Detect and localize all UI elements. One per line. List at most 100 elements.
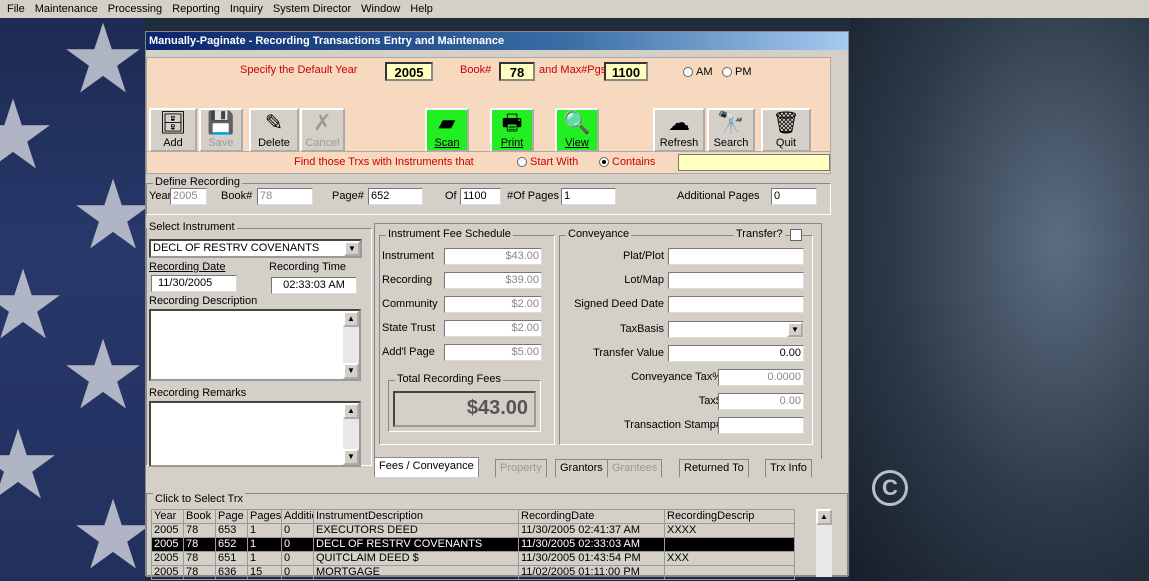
view-button[interactable]: 🔍 View: [555, 108, 599, 152]
recording-remarks-label: Recording Remarks: [149, 387, 247, 399]
of-label: Of: [445, 190, 457, 202]
fee-schedule-group: Instrument Fee Schedule Instrument $43.00…: [379, 228, 555, 445]
tax-dollar-field[interactable]: 0.00: [718, 393, 804, 410]
column-header[interactable]: Pages: [247, 509, 282, 524]
menu-reporting[interactable]: Reporting: [167, 0, 225, 18]
menu-file[interactable]: File: [2, 0, 30, 18]
tab-grantors[interactable]: Grantors: [555, 459, 608, 477]
of-field[interactable]: 1100: [460, 188, 501, 205]
table-cell: 11/02/2005 01:11:00 PM: [518, 565, 665, 580]
menu-processing[interactable]: Processing: [103, 0, 167, 18]
table-row[interactable]: 2005 78 636 15 0 MORTGAGE 11/02/2005 01:11:00 …: [151, 565, 795, 580]
refresh-button[interactable]: ☁ Refresh: [653, 108, 705, 152]
start-with-radio[interactable]: Start With: [517, 156, 578, 168]
print-button[interactable]: 🖶 Print: [490, 108, 534, 152]
fee-value[interactable]: $2.00: [444, 320, 542, 337]
transfer-value-field[interactable]: 0.00: [668, 345, 804, 362]
column-header[interactable]: InstrumentDescription: [313, 509, 519, 524]
grid-title: Click to Select Trx: [153, 493, 246, 505]
grid-scrollbar[interactable]: ▲: [816, 509, 832, 577]
max-pgs-label: and Max#Pgs: [539, 64, 607, 76]
scroll-down-icon[interactable]: ▼: [343, 363, 359, 379]
default-book-field[interactable]: 78: [499, 62, 535, 81]
chevron-down-icon[interactable]: ▼: [787, 322, 803, 337]
am-radio[interactable]: AM: [683, 66, 713, 78]
num-pages-field[interactable]: 1: [561, 188, 616, 205]
column-header[interactable]: Year: [151, 509, 184, 524]
star-icon: ★: [70, 482, 145, 581]
additional-pages-field[interactable]: 0: [771, 188, 817, 205]
table-cell: 2005: [151, 551, 184, 566]
recording-description-textarea[interactable]: ▲ ▼: [149, 309, 361, 381]
pm-radio[interactable]: PM: [722, 66, 752, 78]
cabinet-icon: 🗄: [159, 110, 187, 135]
table-row[interactable]: 2005 78 651 1 0 QUITCLAIM DEED $11/30/2005 01…: [151, 551, 795, 566]
disk-icon: 💾: [207, 110, 235, 135]
menu-window[interactable]: Window: [356, 0, 405, 18]
recording-date-field[interactable]: 11/30/2005: [151, 275, 237, 292]
fee-value[interactable]: $5.00: [444, 344, 542, 361]
menu-bar: File Maintenance Processing Reporting Inquir…: [0, 0, 1149, 18]
column-header[interactable]: RecordingDescrip: [664, 509, 795, 524]
year-field[interactable]: 2005: [170, 188, 207, 205]
menu-system-director[interactable]: System Director: [268, 0, 356, 18]
tab-fees-conveyance[interactable]: Fees / Conveyance: [374, 457, 479, 477]
delete-button[interactable]: ✎ Delete: [249, 108, 299, 152]
signed-deed-date-field[interactable]: [668, 296, 804, 313]
add-new-button[interactable]: 🗄Add New: [149, 108, 197, 163]
recording-time-label: Recording Time: [269, 261, 347, 273]
transaction-stamp-field[interactable]: [718, 417, 804, 434]
eraser-icon: ✎: [264, 110, 284, 135]
column-header[interactable]: Additio: [281, 509, 314, 524]
scrollbar[interactable]: ▲ ▼: [343, 403, 359, 465]
scroll-up-icon[interactable]: ▲: [816, 509, 832, 525]
menu-maintenance[interactable]: Maintenance: [30, 0, 103, 18]
table-cell: 653: [215, 523, 248, 538]
cancel-button[interactable]: ✗ Cancel: [300, 108, 345, 152]
fee-value[interactable]: $39.00: [444, 272, 542, 289]
table-cell: 78: [183, 551, 216, 566]
instrument-select[interactable]: DECL OF RESTRV COVENANTS ▼: [149, 239, 362, 258]
scroll-up-icon[interactable]: ▲: [343, 311, 359, 327]
recording-time-field[interactable]: 02:33:03 AM: [271, 277, 357, 294]
page-field[interactable]: 652: [368, 188, 423, 205]
menu-help[interactable]: Help: [405, 0, 438, 18]
scrollbar[interactable]: ▲ ▼: [343, 311, 359, 379]
tab-grantees[interactable]: Grantees: [607, 459, 663, 477]
scroll-down-icon[interactable]: ▼: [343, 449, 359, 465]
plat-plot-field[interactable]: [668, 248, 804, 265]
lot-map-field[interactable]: [668, 272, 804, 289]
table-cell: 11/30/2005 01:43:54 PM: [518, 551, 665, 566]
table-cell: 15: [247, 565, 282, 580]
scanner-icon: ▰: [438, 110, 456, 135]
quit-button[interactable]: 🗑 Quit: [761, 108, 811, 152]
tab-property[interactable]: Property: [495, 459, 547, 477]
menu-inquiry[interactable]: Inquiry: [225, 0, 268, 18]
find-input[interactable]: [678, 154, 830, 171]
contains-radio[interactable]: Contains: [599, 156, 655, 168]
column-header[interactable]: RecordingDate: [518, 509, 665, 524]
conveyance-tax-field[interactable]: 0.0000: [718, 369, 804, 386]
tax-basis-select[interactable]: ▼: [668, 321, 804, 338]
tab-returned-to[interactable]: Returned To: [679, 459, 749, 477]
fee-value[interactable]: $43.00: [444, 248, 542, 265]
main-window: Manually-Paginate - Recording Transactio…: [145, 31, 849, 580]
tab-trx-info[interactable]: Trx Info: [765, 459, 812, 477]
transfer-checkbox[interactable]: [790, 229, 802, 241]
column-header[interactable]: Book: [183, 509, 216, 524]
save-button[interactable]: 💾 Save: [199, 108, 243, 152]
search-button[interactable]: 🔭 Search: [707, 108, 755, 152]
year-label: Year: [149, 190, 172, 202]
recording-remarks-textarea[interactable]: ▲ ▼: [149, 401, 361, 467]
max-pages-field[interactable]: 1100: [604, 62, 648, 81]
table-row[interactable]: 2005 78 653 1 0 EXECUTORS DEED 11/30/2005 02:4…: [151, 523, 795, 538]
book-field[interactable]: 78: [257, 188, 313, 205]
scroll-up-icon[interactable]: ▲: [343, 403, 359, 419]
chevron-down-icon[interactable]: ▼: [344, 241, 360, 256]
scan-button[interactable]: ▰ Scan: [425, 108, 469, 152]
table-row[interactable]: 2005 78 652 1 0 DECL OF RESTRV COVENANTS 11/30…: [151, 537, 795, 552]
column-header[interactable]: Page: [215, 509, 248, 524]
default-year-field[interactable]: 2005: [385, 62, 433, 81]
fee-value[interactable]: $2.00: [444, 296, 542, 313]
desktop-flag-background: ★ ★ ★ ★ ★ ★ ★: [0, 18, 145, 581]
